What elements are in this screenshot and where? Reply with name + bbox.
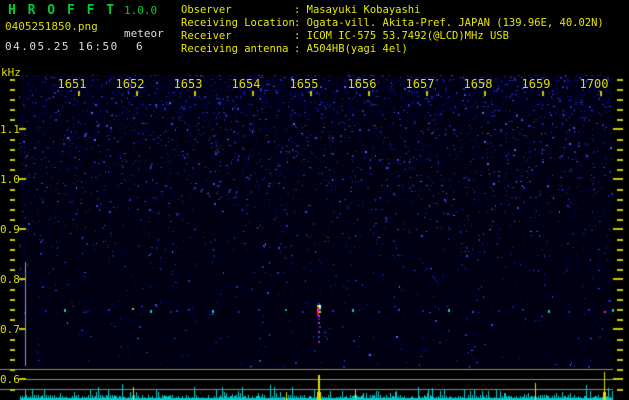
- info-value: : ICOM IC-575 53.7492(@LCD)MHz USB: [294, 30, 509, 42]
- info-row-receiver: Receiver : ICOM IC-575 53.7492(@LCD)MHz U…: [181, 30, 604, 43]
- observer-info-block: Observer : Masayuki Kobayashi Receiving Lo…: [181, 4, 604, 56]
- time-tick-label-1659: 1659: [521, 77, 551, 91]
- info-label: Receiving Location: [181, 17, 295, 29]
- time-tick-label-1657: 1657: [405, 77, 435, 91]
- info-label: Observer: [181, 4, 232, 16]
- freq-tick-label-0.8: 0.8: [0, 273, 20, 286]
- freq-tick-label-0.6: 0.6: [0, 373, 20, 386]
- date-time: 04.05.25 16:50: [5, 40, 119, 53]
- time-tick-label-1653: 1653: [173, 77, 203, 91]
- freq-tick-label-0.9: 0.9: [0, 223, 20, 236]
- info-value: : Masayuki Kobayashi: [294, 4, 421, 16]
- info-row-observer: Observer : Masayuki Kobayashi: [181, 4, 604, 17]
- freq-axis-unit: kHz: [1, 66, 21, 79]
- info-row-receiving-location: Receiving Location: Ogata-vill. Akita-Pr…: [181, 17, 604, 30]
- time-tick-label-1652: 1652: [115, 77, 145, 91]
- hrofft-window: H R O F F T 1.0.0 0405251850.png meteor …: [0, 0, 629, 400]
- time-tick-label-1658: 1658: [463, 77, 493, 91]
- spectrogram-canvas: [0, 0, 629, 400]
- freq-tick-label-1.1: 1.1: [0, 123, 20, 136]
- output-filename: 0405251850.png: [5, 20, 98, 33]
- info-row-receiving-antenna: Receiving antenna : A504HB(yagi 4el): [181, 43, 604, 56]
- echo-count: 6: [136, 40, 143, 53]
- time-tick-label-1700: 1700: [579, 77, 609, 91]
- mode-label: meteor: [124, 27, 164, 40]
- app-version: 1.0.0: [124, 4, 158, 17]
- time-tick-label-1655: 1655: [289, 77, 319, 91]
- time-tick-label-1654: 1654: [231, 77, 261, 91]
- freq-tick-label-1.0: 1.0: [0, 173, 20, 186]
- time-tick-label-1656: 1656: [347, 77, 377, 91]
- freq-tick-label-0.7: 0.7: [0, 323, 20, 336]
- info-value: : Ogata-vill. Akita-Pref. JAPAN (139.96E…: [294, 17, 604, 29]
- info-label: Receiving antenna: [181, 43, 289, 55]
- time-tick-label-1651: 1651: [57, 77, 87, 91]
- app-title: H R O F F T: [8, 3, 117, 18]
- info-value: : A504HB(yagi 4el): [294, 43, 408, 55]
- info-label: Receiver: [181, 30, 232, 42]
